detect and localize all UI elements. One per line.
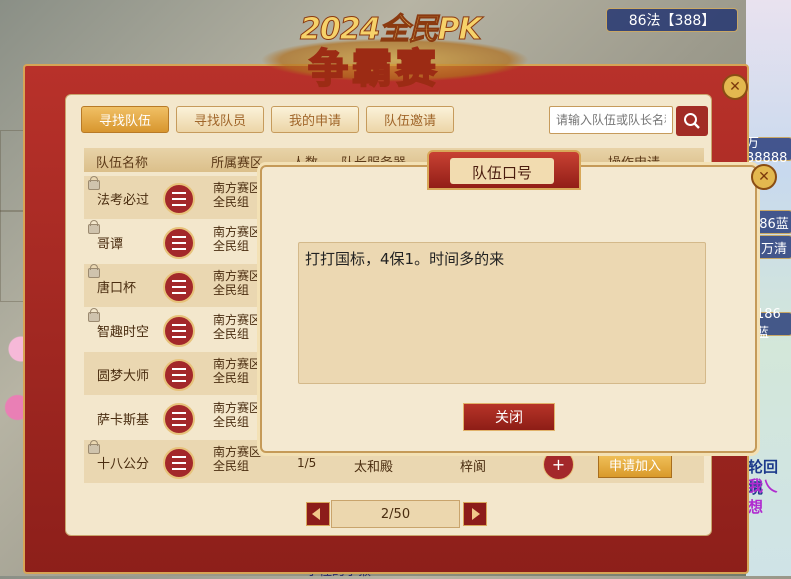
close-button[interactable]: 关闭 (463, 403, 555, 431)
next-page-button[interactable] (463, 502, 487, 526)
table-row: 智趣时空 南方赛区 全民组 (84, 308, 264, 351)
team-detail-button[interactable] (163, 447, 195, 479)
player-name-tag: 万清 (755, 235, 791, 259)
table-row: 哥谭 南方赛区 全民组 (84, 220, 264, 263)
prev-page-button[interactable] (306, 502, 330, 526)
team-detail-button[interactable] (163, 227, 195, 259)
apply-join-button[interactable]: 申请加入 (598, 451, 672, 478)
tab-team-invites[interactable]: 队伍邀请 (366, 106, 454, 133)
header-zone: 所属赛区 (211, 156, 264, 171)
player-name-tag: 86法【388】 (606, 8, 738, 32)
team-leader: 梓阆 (460, 460, 487, 475)
team-count: 1/5 (297, 456, 317, 470)
player-name-tag: 86蓝 (755, 210, 791, 234)
team-detail-button[interactable] (163, 183, 195, 215)
search-input[interactable] (549, 106, 673, 134)
panel-close-button[interactable]: ✕ (722, 74, 748, 100)
search-icon (684, 113, 700, 129)
player-name-tag: 万38888 (745, 136, 791, 166)
team-detail-button[interactable] (163, 403, 195, 435)
team-slogan-text: 打打国标，4保1。时间多的来 (298, 242, 706, 384)
table-row: 萨卡斯基 南方赛区 全民组 (84, 396, 264, 439)
team-name: 圆梦大师 (97, 369, 150, 384)
dialog-close-button[interactable]: ✕ (751, 164, 777, 190)
team-name: 哥谭 (97, 237, 124, 252)
player-name-tag: 186蓝 (755, 307, 791, 341)
table-row: 唐口杯 南方赛区 全民组 (84, 264, 264, 307)
team-detail-button[interactable] (163, 315, 195, 347)
tab-my-applications[interactable]: 我的申请 (271, 106, 359, 133)
team-name: 法考必过 (97, 193, 150, 208)
team-detail-button[interactable] (163, 359, 195, 391)
add-user-icon[interactable]: + (543, 449, 574, 480)
event-banner: 2024全民PK 争霸赛 (260, 0, 530, 93)
close-icon: ✕ (758, 169, 770, 185)
dialog-title: 队伍口号 (471, 164, 532, 182)
team-name: 唐口杯 (97, 281, 137, 296)
table-row: 圆梦大师 南方赛区 全民组 (84, 352, 264, 395)
page-indicator: 2/50 (331, 500, 460, 528)
table-row: 法考必过 南方赛区 全民组 (84, 176, 264, 219)
banner-title: 争霸赛 (307, 45, 440, 93)
team-server: 太和殿 (354, 460, 394, 475)
tab-find-member[interactable]: 寻找队员 (176, 106, 264, 133)
team-name: 十八公分 (97, 457, 150, 472)
team-name: 智趣时空 (97, 325, 150, 340)
header-team-name: 队伍名称 (96, 156, 149, 171)
tab-find-team[interactable]: 寻找队伍 (81, 106, 169, 133)
close-icon: ✕ (729, 79, 741, 95)
team-name: 萨卡斯基 (97, 413, 150, 428)
team-detail-button[interactable] (163, 271, 195, 303)
search-button[interactable] (676, 106, 708, 136)
player-title: 我乀想 (748, 477, 779, 516)
